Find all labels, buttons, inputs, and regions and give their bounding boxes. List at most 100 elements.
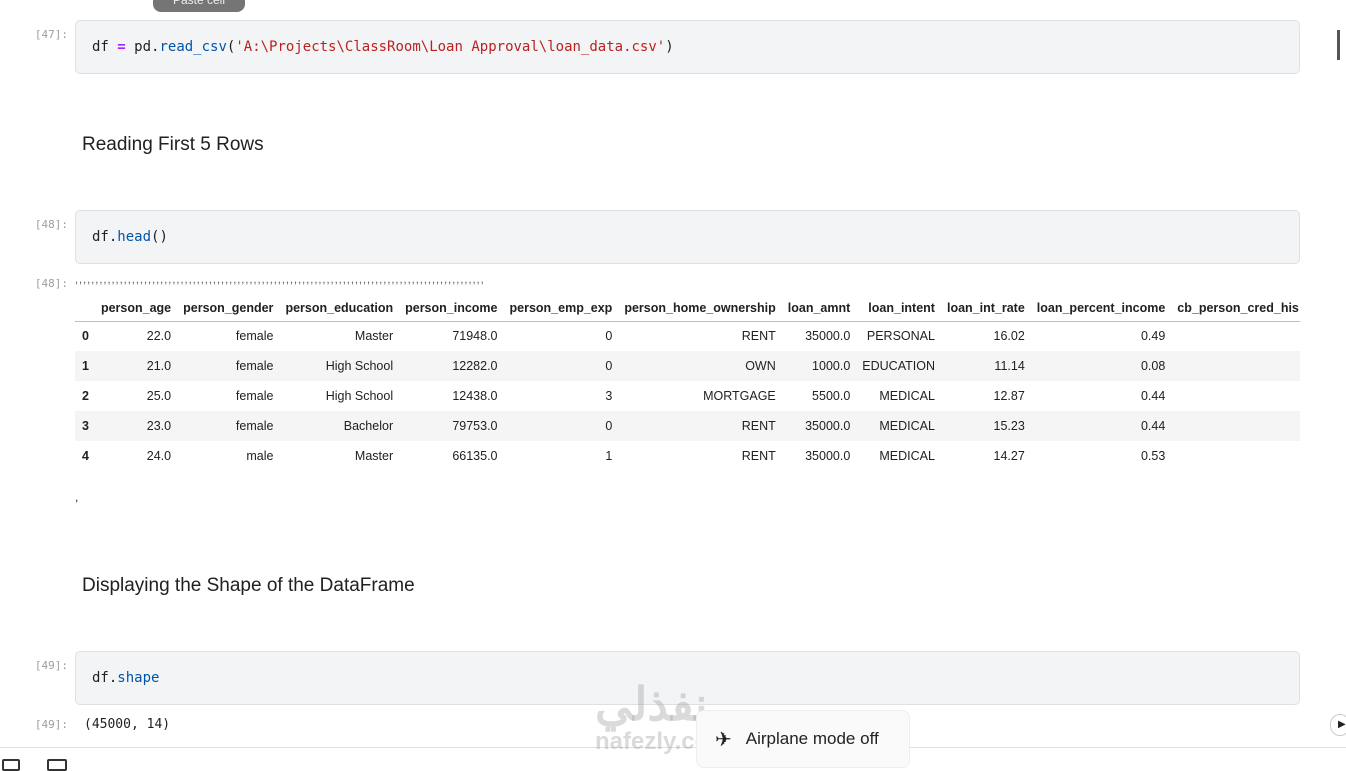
column-header: person_gender [177, 295, 280, 322]
table-cell: 15.23 [940, 411, 1031, 441]
table-cell: 79753.0 [399, 411, 504, 441]
row-index: 1 [75, 351, 95, 381]
table-cell: 0.44 [1140, 389, 1166, 403]
table-cell: Master [354, 329, 394, 344]
table-cell [1171, 321, 1300, 351]
airplane-toast: ✈ Airplane mode off [696, 710, 910, 768]
table-cell: 16.02 [993, 329, 1025, 344]
table-cell: 35000.0 [805, 449, 851, 463]
table-row: 4 24.0 male Master 66135.0 1 RENT 35000.0 MEDICA… [75, 441, 1300, 471]
terminal-icon[interactable] [2, 759, 20, 771]
table-cell: 21.0 [94, 351, 178, 381]
table-cell: 0.49 [1140, 329, 1166, 344]
row-index: 2 [82, 389, 89, 403]
column-header: cb_person_cred_his [1171, 295, 1300, 322]
table-cell: 22.0 [146, 329, 172, 344]
table-cell: 14.27 [993, 449, 1025, 463]
table-cell: male [246, 449, 274, 463]
table-cell: 5500.0 [812, 389, 851, 403]
code-tail: () [151, 229, 168, 245]
table-cell: 71948.0 [452, 329, 498, 344]
column-header: person_age [94, 295, 178, 322]
row-index: 4 [82, 449, 89, 463]
table-cell: 0 [503, 351, 619, 381]
table-row: 2 25.0 female High School 12438.0 3 MORTGAGE 55… [75, 381, 1300, 411]
code-var: df. [92, 229, 118, 245]
table-cell: 24.0 [146, 449, 172, 463]
table-cell [1171, 441, 1300, 471]
code-op: = [117, 39, 126, 55]
row-index: 0 [82, 329, 89, 344]
table-row: 0 22.0 female Master 71948.0 0 RENT 35000.0 PERS… [75, 321, 1300, 351]
keyboard-icon[interactable] [47, 759, 67, 771]
column-header: loan_intent [856, 295, 941, 322]
cell-prompt: [49]: [34, 659, 68, 672]
code-var: df [92, 39, 109, 55]
table-row: 3 23.0 female Bachelor 79753.0 0 RENT 35000.0 ME… [75, 411, 1300, 441]
code-var: df. [92, 670, 118, 686]
shape-output: (45000, 14) [84, 717, 171, 732]
code-close: ) [665, 39, 674, 55]
paste-cell-tooltip: Paste cell [153, 0, 245, 12]
table-cell: MEDICAL [879, 449, 935, 463]
code-cell-head[interactable]: df. head() [75, 210, 1300, 264]
table-cell: PERSONAL [866, 329, 935, 344]
scrollbar-thumb[interactable] [1337, 30, 1340, 60]
table-cell: 3 [605, 389, 613, 403]
row-index: 3 [75, 411, 95, 441]
code-fn: head [117, 229, 152, 245]
output-dots: ,,,,,,,,,,,,,,,,,,,,,,,,,,,,,,,,,,,,,,,,… [75, 274, 485, 286]
table-cell [1171, 411, 1300, 441]
code-cell-read-csv[interactable]: df = pd. read_csv('A:\Projects\ClassRoom\… [75, 20, 1300, 74]
code-mod: pd. [134, 39, 160, 55]
table-cell [1171, 381, 1300, 411]
table-cell: High School [279, 351, 400, 381]
table-cell: High School [325, 389, 394, 403]
table-cell: Bachelor [279, 411, 400, 441]
table-cell: 12282.0 [399, 351, 504, 381]
table-cell: OWN [618, 351, 782, 381]
table-cell: Master [354, 449, 394, 463]
trailing-comma: , [75, 490, 79, 504]
table-cell: 23.0 [94, 411, 178, 441]
code-str: 'A:\Projects\ClassRoom\Loan Approval\loa… [235, 39, 666, 55]
table-cell: female [177, 351, 280, 381]
column-header: person_education [279, 295, 400, 322]
table-cell: 25.0 [146, 389, 172, 403]
table-cell: MEDICAL [856, 411, 941, 441]
table-cell: 66135.0 [452, 449, 498, 463]
table-cell: female [235, 329, 274, 344]
table-cell: 0.44 [1030, 411, 1172, 441]
table-cell: 1000.0 [781, 351, 857, 381]
column-header: person_home_ownership [618, 295, 782, 322]
column-header: loan_amnt [781, 295, 857, 322]
table-cell: RENT [741, 329, 776, 344]
airplane-icon: ✈ [715, 728, 732, 751]
table-cell: 0 [503, 411, 619, 441]
column-header: loan_int_rate [940, 295, 1031, 322]
table-row: 1 21.0 female High School 12282.0 0 OWN 1000.0 E… [75, 351, 1300, 381]
expand-arrow-icon[interactable]: ▶ [1330, 714, 1346, 736]
table-cell: MEDICAL [879, 389, 935, 403]
output-prompt: [48]: [34, 277, 68, 290]
code-fn: read_csv [159, 39, 227, 55]
heading-shape: Displaying the Shape of the DataFrame [82, 575, 415, 596]
table-cell: RENT [741, 449, 776, 463]
table-cell: 12438.0 [452, 389, 498, 403]
table-cell: MORTGAGE [703, 389, 776, 403]
table-cell: 35000.0 [805, 329, 851, 344]
output-prompt: [49]: [34, 718, 68, 731]
cell-prompt: [48]: [34, 218, 68, 231]
code-fn: shape [117, 670, 160, 686]
column-header: person_income [399, 295, 504, 322]
table-cell [1171, 351, 1300, 381]
column-header [75, 295, 95, 322]
table-cell: 1 [605, 449, 613, 463]
table-cell: 0 [605, 329, 613, 344]
table-cell: EDUCATION [856, 351, 941, 381]
table-cell: RENT [618, 411, 782, 441]
column-header: loan_percent_income [1030, 295, 1172, 322]
table-cell: 35000.0 [781, 411, 857, 441]
table-cell: 0.53 [1140, 449, 1166, 463]
table-cell: female [235, 389, 274, 403]
